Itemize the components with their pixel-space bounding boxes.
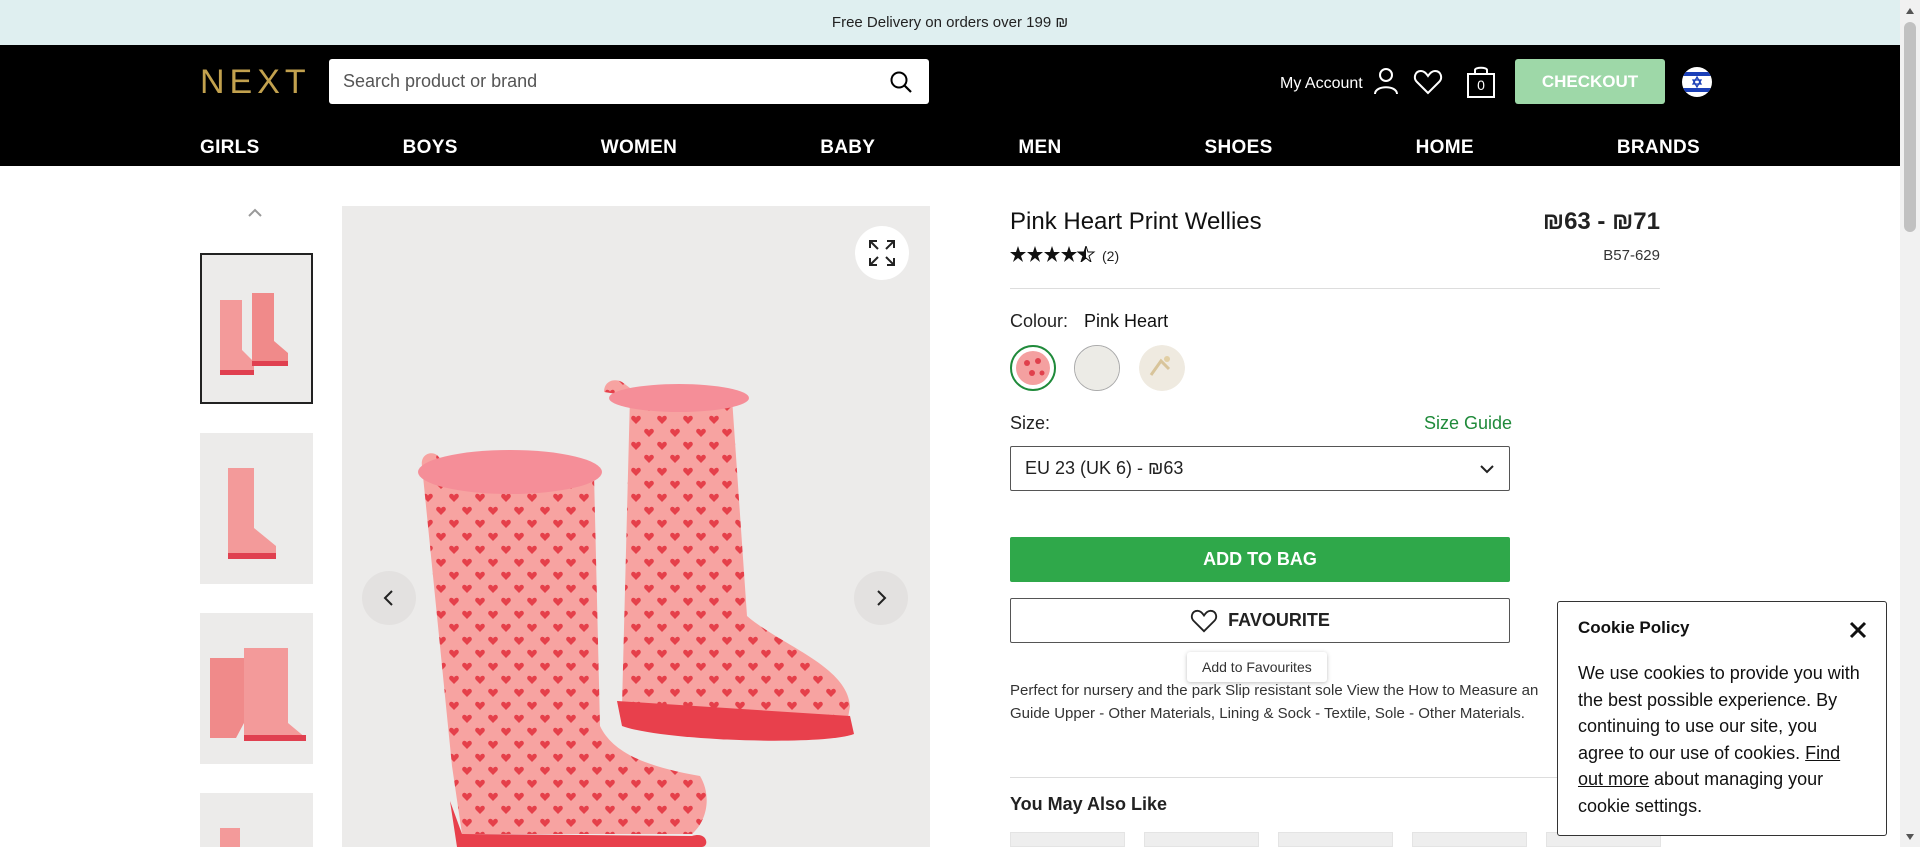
colour-swatch-cream[interactable] [1074, 345, 1120, 391]
recommended-product-card[interactable] [1010, 832, 1125, 847]
recommended-product-card[interactable] [1412, 832, 1527, 847]
colour-swatch-pink-heart[interactable] [1010, 345, 1056, 391]
nav-girls[interactable]: GIRLS [200, 137, 260, 159]
thumbnail-3[interactable] [200, 613, 313, 764]
recommended-product-card[interactable] [1278, 832, 1393, 847]
thumbnail-4[interactable] [200, 793, 313, 847]
you-may-also-like-heading: You May Also Like [1010, 794, 1168, 814]
favourite-label: FAVOURITE [1228, 610, 1330, 630]
favourites-heart-icon[interactable] [1413, 67, 1443, 97]
thumbnail-2[interactable] [200, 433, 313, 584]
promo-banner: Free Delivery on orders over 199 ₪ [0, 0, 1900, 45]
nav-boys[interactable]: BOYS [403, 137, 458, 159]
site-header: NEXT My Account 0 CHECKOUT GIRLS BOYS WO… [0, 45, 1900, 166]
nav-baby[interactable]: BABY [820, 137, 875, 159]
colour-swatch-gold[interactable] [1139, 345, 1185, 391]
shopping-bag-icon[interactable]: 0 [1466, 65, 1496, 99]
checkout-button[interactable]: CHECKOUT [1515, 59, 1665, 104]
add-to-bag-button[interactable]: ADD TO BAG [1010, 537, 1510, 582]
nav-women[interactable]: WOMEN [601, 137, 677, 159]
cookie-policy-popup: Cookie Policy We use cookies to provide … [1557, 601, 1887, 836]
rating-stars-icon [1010, 244, 1096, 265]
chevron-left-icon [383, 590, 393, 606]
expand-image-button[interactable] [855, 226, 909, 280]
colour-row: Colour: Pink Heart [1010, 311, 1168, 332]
expand-icon [869, 240, 895, 266]
israel-flag-icon[interactable] [1682, 67, 1712, 97]
size-dropdown[interactable]: EU 23 (UK 6) - ₪63 [1010, 446, 1510, 491]
next-logo[interactable]: NEXT [200, 63, 311, 102]
next-image-button[interactable] [854, 571, 908, 625]
scroll-down-arrow-icon[interactable] [1904, 830, 1916, 842]
colour-value: Pink Heart [1084, 311, 1169, 331]
size-label: Size: [1010, 413, 1051, 433]
product-description: Perfect for nursery and the park Slip re… [1010, 682, 1539, 722]
cookie-body: We use cookies to provide you with the b… [1578, 660, 1866, 819]
size-guide-link[interactable]: Size Guide [1424, 413, 1512, 434]
recommended-product-card[interactable] [1144, 832, 1259, 847]
colour-label: Colour: [1010, 311, 1069, 331]
my-account-label: My Account [1280, 74, 1363, 92]
nav-shoes[interactable]: SHOES [1205, 137, 1273, 159]
user-icon [1373, 67, 1399, 100]
search-input[interactable] [343, 71, 887, 92]
my-account-link[interactable]: My Account [1280, 67, 1399, 100]
close-icon[interactable] [1846, 618, 1870, 642]
bag-count: 0 [1477, 77, 1485, 93]
product-code: B57-629 [1603, 247, 1660, 264]
search-bar[interactable] [329, 59, 929, 104]
chevron-down-icon [1480, 464, 1494, 473]
product-rating[interactable]: (2) [1010, 244, 1120, 265]
nav-brands[interactable]: BRANDS [1617, 137, 1700, 159]
product-title: Pink Heart Print Wellies [1010, 208, 1262, 235]
review-count: (2) [1102, 247, 1120, 264]
search-icon[interactable] [887, 68, 915, 96]
main-navigation: GIRLS BOYS WOMEN BABY MEN SHOES HOME BRA… [200, 130, 1700, 166]
favourite-button[interactable]: FAVOURITE [1010, 598, 1510, 643]
cookie-title: Cookie Policy [1578, 618, 1690, 637]
scroll-up-arrow-icon[interactable] [1904, 4, 1916, 16]
add-to-favourites-tooltip: Add to Favourites [1187, 652, 1327, 682]
heart-icon [1191, 609, 1218, 633]
divider [1010, 288, 1660, 289]
nav-home[interactable]: HOME [1416, 137, 1474, 159]
scrollbar-thumb[interactable] [1904, 22, 1916, 232]
promo-text: Free Delivery on orders over 199 ₪ [831, 14, 1069, 31]
product-price: ₪63 - ₪71 [1542, 208, 1660, 235]
previous-image-button[interactable] [362, 571, 416, 625]
thumbnail-scroll-up-icon[interactable] [242, 203, 268, 223]
nav-men[interactable]: MEN [1018, 137, 1061, 159]
main-product-image[interactable] [342, 206, 930, 847]
size-selected-value: EU 23 (UK 6) - ₪63 [1025, 458, 1184, 478]
chevron-right-icon [877, 590, 887, 606]
thumbnail-1[interactable] [200, 253, 313, 404]
